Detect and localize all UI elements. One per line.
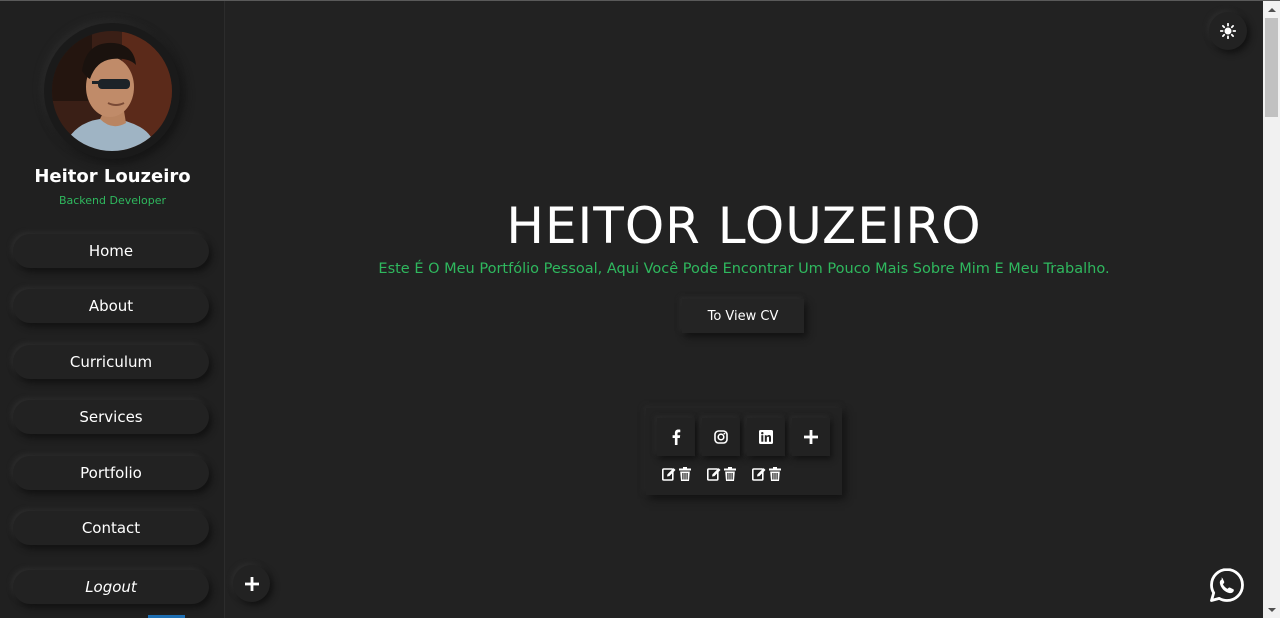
profile-role: Backend Developer bbox=[58, 194, 167, 207]
instagram-link[interactable] bbox=[702, 418, 740, 456]
nav-contact-button[interactable]: Contact bbox=[13, 511, 209, 545]
whatsapp-button[interactable] bbox=[1207, 565, 1247, 605]
plus-icon bbox=[244, 576, 259, 591]
delete-linkedin-button[interactable] bbox=[768, 467, 782, 481]
nav-home-button[interactable]: Home bbox=[13, 234, 209, 268]
hero-title: HEITOR LOUZEIRO bbox=[506, 197, 982, 255]
trash-icon bbox=[679, 467, 691, 481]
avatar bbox=[52, 31, 172, 151]
vertical-scrollbar[interactable] bbox=[1263, 1, 1280, 618]
nav-services-button[interactable]: Services bbox=[13, 400, 209, 434]
edit-linkedin-button[interactable] bbox=[752, 467, 766, 481]
edit-icon bbox=[707, 468, 721, 481]
sun-icon bbox=[1220, 23, 1236, 39]
nav-about-button[interactable]: About bbox=[13, 289, 209, 323]
plus-icon bbox=[804, 430, 818, 444]
avatar-frame bbox=[44, 23, 180, 159]
edit-instagram-button[interactable] bbox=[707, 467, 721, 481]
hero-subtitle: Este É O Meu Portfólio Pessoal, Aqui Voc… bbox=[378, 261, 1110, 277]
scroll-up-arrow[interactable] bbox=[1263, 1, 1280, 18]
floating-add-button[interactable] bbox=[233, 565, 270, 602]
logout-button[interactable]: Logout bbox=[13, 570, 209, 604]
edit-icon bbox=[752, 468, 766, 481]
sidebar: Heitor Louzeiro Backend Developer Home A… bbox=[0, 1, 225, 618]
instagram-icon bbox=[714, 430, 728, 444]
facebook-link[interactable] bbox=[657, 418, 695, 456]
scroll-down-arrow[interactable] bbox=[1263, 601, 1280, 618]
edit-facebook-button[interactable] bbox=[662, 467, 676, 481]
nav-curriculum-button[interactable]: Curriculum bbox=[13, 345, 209, 379]
whatsapp-icon bbox=[1210, 568, 1244, 602]
facebook-icon bbox=[672, 429, 681, 445]
linkedin-link[interactable] bbox=[747, 418, 785, 456]
trash-icon bbox=[769, 467, 781, 481]
view-cv-button[interactable]: To View CV bbox=[682, 299, 804, 333]
profile-name: Heitor Louzeiro bbox=[34, 166, 191, 187]
theme-toggle-button[interactable] bbox=[1209, 12, 1247, 50]
scrollbar-thumb[interactable] bbox=[1265, 18, 1278, 117]
delete-instagram-button[interactable] bbox=[723, 467, 737, 481]
nav-portfolio-button[interactable]: Portfolio bbox=[13, 456, 209, 490]
add-social-button[interactable] bbox=[792, 418, 830, 456]
trash-icon bbox=[724, 467, 736, 481]
social-links-panel bbox=[646, 408, 842, 495]
edit-icon bbox=[662, 468, 676, 481]
delete-facebook-button[interactable] bbox=[678, 467, 692, 481]
linkedin-icon bbox=[759, 430, 773, 444]
